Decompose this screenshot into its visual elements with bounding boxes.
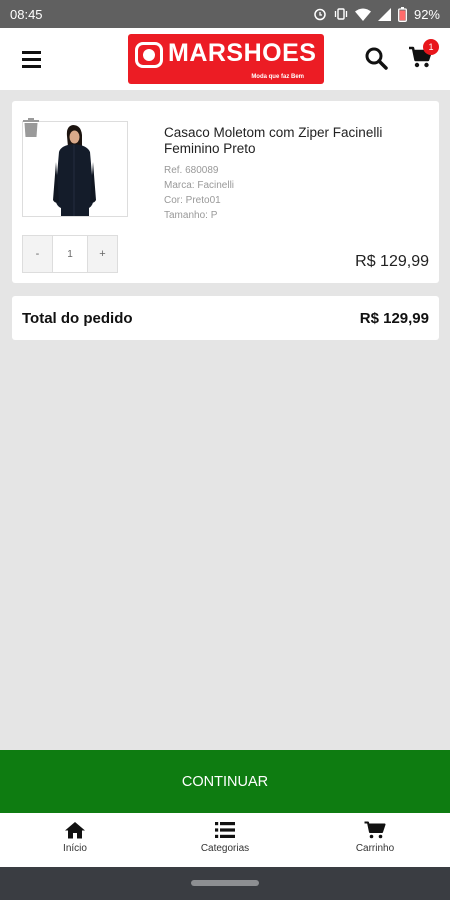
product-color: Cor: Preto01 [164,195,221,206]
alarm-icon [314,8,326,21]
quantity-value[interactable]: 1 [52,236,88,272]
status-time: 08:45 [10,6,43,22]
order-total-value: R$ 129,99 [359,309,429,327]
decrement-button[interactable]: - [23,236,52,272]
item-price: R$ 129,99 [355,253,429,270]
wifi-icon [354,8,371,21]
home-icon [65,822,85,839]
home-gesture-pill[interactable] [191,880,259,886]
status-icons: 92% [313,6,440,22]
increment-button[interactable]: + [88,236,117,272]
order-total-card: Total do pedido R$ 129,99 [12,296,439,340]
quantity-stepper: - 1 + [22,235,118,273]
order-total-label: Total do pedido [22,309,133,327]
product-brand: Marca: Facinelli [164,180,235,191]
logo[interactable]: MARSHOES Moda que faz Bem [128,34,324,84]
cart-item-card: Casaco Moletom com Ziper Facinelli Femin… [12,101,439,283]
logo-tagline: Moda que faz Bem [251,74,304,80]
bottom-nav: Início Categorias Carrinho [0,813,450,867]
signal-icon [377,7,391,21]
list-icon [215,822,235,838]
battery-icon [398,6,407,22]
product-name[interactable]: Casaco Moletom com Ziper Facinelli Femin… [164,125,414,157]
cart-icon [364,821,386,839]
product-size: Tamanho: P [164,210,218,221]
nav-label-cart: Carrinho [355,843,395,854]
status-bar: 08:45 92% [0,0,450,28]
app-bar: MARSHOES Moda que faz Bem 1 [0,28,450,90]
product-ref: Ref. 680089 [164,165,219,176]
nav-label-home: Início [63,843,87,854]
continue-button[interactable]: CONTINUAR [0,750,450,813]
nav-label-categories: Categorias [200,843,250,854]
vibrate-icon [334,8,348,20]
logo-mark-icon [135,42,163,68]
battery-percent: 92% [413,6,440,22]
nav-item-categories[interactable]: Categorias [150,813,300,867]
menu-icon[interactable] [20,48,44,70]
search-icon[interactable] [364,46,388,70]
cart-count-badge: 1 [423,39,439,55]
trash-icon[interactable] [22,117,40,137]
nav-item-cart[interactable]: Carrinho [300,813,450,867]
system-nav-bar [0,867,450,900]
logo-text: MARSHOES [168,39,317,67]
nav-item-home[interactable]: Início [0,813,150,867]
